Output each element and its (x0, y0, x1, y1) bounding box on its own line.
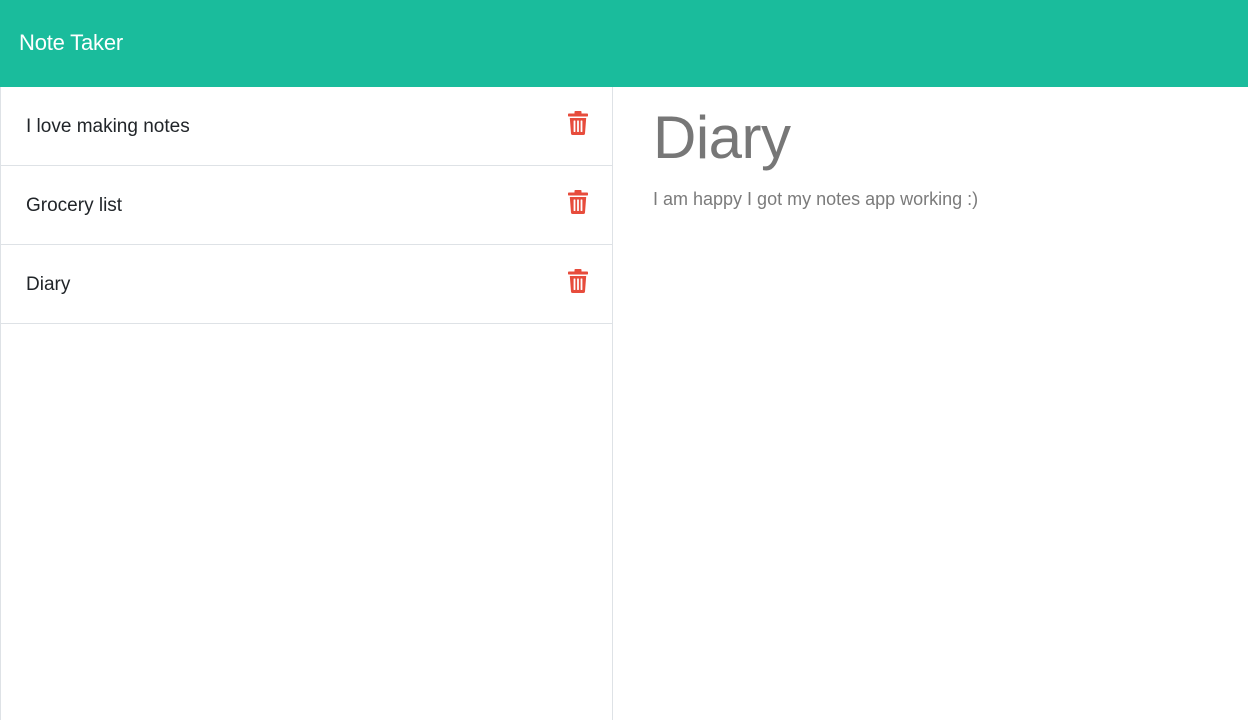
note-text-area[interactable]: I am happy I got my notes app working :) (653, 187, 978, 211)
note-title[interactable]: I love making notes (26, 115, 190, 139)
note-list-item[interactable]: Grocery list (1, 166, 613, 245)
note-title[interactable]: Diary (26, 273, 70, 297)
app-title[interactable]: Note Taker (19, 29, 123, 57)
trash-icon[interactable] (568, 269, 588, 293)
navbar: Note Taker (0, 0, 1248, 87)
note-list: I love making notes Grocery list Diary (1, 87, 613, 324)
trash-icon[interactable] (568, 190, 588, 214)
note-title-field[interactable]: Diary (653, 102, 791, 174)
note-title[interactable]: Grocery list (26, 194, 122, 218)
note-list-item[interactable]: Diary (1, 245, 613, 324)
trash-icon[interactable] (568, 111, 588, 135)
note-editor: Diary I am happy I got my notes app work… (613, 87, 1248, 720)
note-list-item[interactable]: I love making notes (1, 87, 613, 166)
notes-sidebar: I love making notes Grocery list Diary (0, 87, 613, 720)
